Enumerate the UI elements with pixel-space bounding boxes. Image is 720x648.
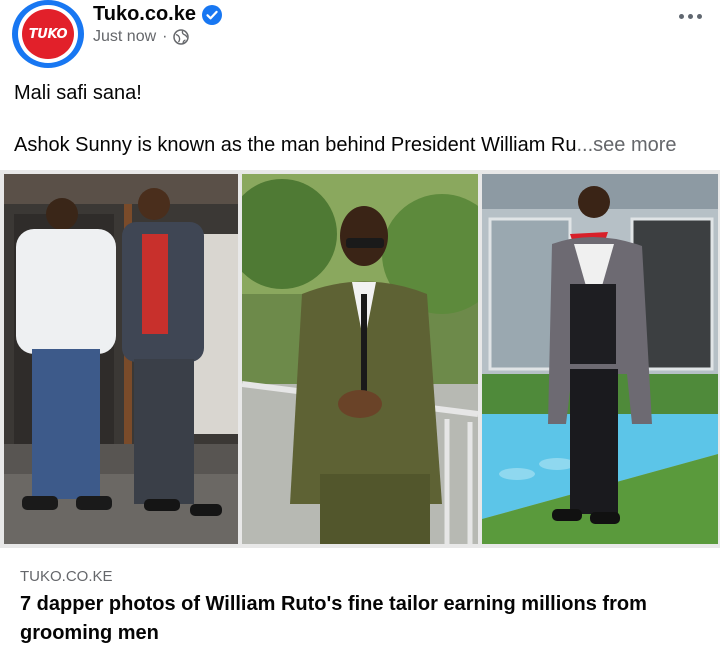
photo-ruto-and-tailor[interactable] [4, 174, 238, 544]
globe-icon [173, 29, 190, 45]
avatar-ring: TUKO [18, 5, 78, 63]
page-name[interactable]: Tuko.co.ke [93, 3, 196, 26]
photo-olive-suit[interactable] [242, 174, 478, 544]
ellipsis: ... [576, 134, 594, 156]
dot [697, 14, 702, 19]
link-preview-card[interactable]: TUKO.CO.KE 7 dapper photos of William Ru… [0, 552, 720, 648]
page-name-row: Tuko.co.ke [93, 3, 222, 26]
post-text-line2: Ashok Sunny is known as the man behind P… [14, 134, 677, 157]
verified-badge-icon [202, 4, 222, 25]
post-meta: Just now · [93, 28, 190, 46]
page-avatar[interactable]: TUKO [12, 0, 84, 68]
photo-tuxedo-pool[interactable] [482, 174, 718, 544]
post-text-line1: Mali safi sana! [14, 82, 142, 104]
dot [679, 14, 684, 19]
post-header: TUKO Tuko.co.ke Just now · [0, 0, 720, 72]
more-options-icon[interactable] [679, 14, 702, 19]
tuko-logo: TUKO [22, 9, 74, 59]
photo-2-image [242, 174, 478, 544]
photo-3-image [482, 174, 718, 544]
photo-grid [0, 170, 720, 548]
logo-text: TUKO [28, 26, 68, 42]
photo-1-image [4, 174, 238, 544]
post-text-body: Ashok Sunny is known as the man behind P… [14, 134, 577, 156]
link-domain: TUKO.CO.KE [20, 568, 113, 585]
meta-separator: · [162, 28, 168, 45]
post-timestamp[interactable]: Just now [93, 28, 156, 46]
link-title[interactable]: 7 dapper photos of William Ruto's fine t… [20, 590, 690, 648]
dot [688, 14, 693, 19]
see-more-link[interactable]: see more [593, 134, 676, 156]
